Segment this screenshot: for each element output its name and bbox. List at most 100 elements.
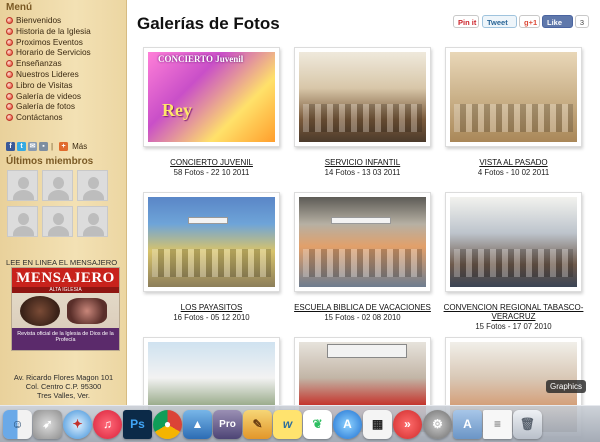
- pinterest-button[interactable]: Pin it: [453, 15, 479, 28]
- album-photo: CONCIERTO Juvenil Rey: [148, 52, 275, 142]
- album-thumbnail[interactable]: [294, 47, 431, 147]
- member-avatar[interactable]: [42, 206, 73, 237]
- trash-icon[interactable]: 🗑: [513, 409, 542, 439]
- page-title: Galerías de Fotos: [137, 14, 280, 33]
- menu-item-historia[interactable]: Historia de la Iglesia: [6, 26, 91, 37]
- applications-folder-icon[interactable]: A: [453, 409, 482, 439]
- like-count: 3: [575, 15, 589, 28]
- members-grid: [7, 170, 108, 237]
- photo-banner: [331, 217, 391, 224]
- album-meta: 4 Fotos - 10 02 2011: [477, 168, 550, 177]
- photo-people: [454, 249, 573, 277]
- menu-item-contactanos[interactable]: Contáctanos: [6, 112, 91, 123]
- calendar-icon[interactable]: ▦: [363, 409, 392, 439]
- magazine-footer: Revista oficial de la Iglesia de Dios de…: [12, 328, 119, 350]
- photo-people: [152, 249, 271, 277]
- pro-icon[interactable]: Pro: [213, 409, 242, 439]
- bullet-icon: [6, 81, 13, 89]
- latest-members-title: Últimos miembros: [6, 156, 94, 167]
- album-name[interactable]: CONVENCION REGIONAL TABASCO-VERACRUZ: [425, 303, 600, 321]
- photo-banner: [188, 217, 228, 224]
- album-name[interactable]: VISTA AL PASADO: [425, 158, 600, 167]
- plus-icon[interactable]: +: [59, 141, 69, 151]
- sidebar-menu: Bienvenidos Historia de la Iglesia Proxi…: [6, 15, 91, 123]
- menu-item-lideres[interactable]: Nuestros Lideres: [6, 69, 91, 80]
- system-preferences-icon[interactable]: ⚙: [423, 409, 452, 439]
- album-meta: 15 Fotos - 17 07 2010: [475, 322, 552, 331]
- chat-icon[interactable]: ▪: [39, 141, 48, 151]
- album-thumbnail[interactable]: [445, 47, 582, 147]
- magazine-photo: [20, 296, 60, 326]
- album-photo: [299, 52, 426, 142]
- address-line: Tres Valles, Ver.: [37, 391, 90, 401]
- album-thumbnail[interactable]: [294, 192, 431, 292]
- pages-icon[interactable]: ✎: [243, 409, 272, 439]
- menu-item-bienvenidos[interactable]: Bienvenidos: [6, 15, 91, 26]
- email-icon[interactable]: ✉: [28, 141, 37, 151]
- member-avatar[interactable]: [42, 170, 73, 201]
- bullet-icon: [6, 114, 13, 122]
- sidebar: Menú Bienvenidos Historia de la Iglesia …: [0, 0, 127, 405]
- screencast-icon[interactable]: »: [393, 409, 422, 439]
- bullet-icon: [6, 38, 13, 46]
- address-block: Av. Ricardo Flores Magon 101 Col. Centro…: [0, 373, 127, 401]
- menu-item-eventos[interactable]: Proximos Eventos: [6, 37, 91, 48]
- photoshop-icon[interactable]: Ps: [123, 409, 152, 439]
- magazine-subtitle: ALTA IGLESIA: [12, 287, 119, 293]
- address-line: Av. Ricardo Flores Magon 101: [13, 373, 114, 382]
- bullet-icon: [6, 92, 13, 100]
- safari-icon[interactable]: ✦: [63, 409, 92, 439]
- album-thumbnail[interactable]: [143, 192, 280, 292]
- menu-item-ensenanzas[interactable]: Enseñanzas: [6, 58, 91, 69]
- magazine-photo: [67, 298, 107, 324]
- member-avatar[interactable]: [7, 170, 38, 201]
- chrome-icon[interactable]: ●: [153, 409, 182, 439]
- magazine-cover[interactable]: MENSAJERO ALTA IGLESIA Revista oficial d…: [11, 267, 120, 351]
- wunderlist-icon[interactable]: w: [273, 409, 302, 439]
- member-avatar[interactable]: [77, 206, 108, 237]
- album-photo: [450, 52, 577, 142]
- dock-tooltip: Graphics: [546, 380, 587, 393]
- bullet-icon: [6, 103, 13, 111]
- facebook-icon[interactable]: f: [6, 141, 15, 151]
- menu-item-horario[interactable]: Horario de Servicios: [6, 47, 91, 58]
- app-store-icon[interactable]: A: [333, 409, 362, 439]
- more-link[interactable]: Más: [72, 142, 87, 151]
- address-line: Col. Centro C.P. 95300: [25, 382, 102, 392]
- photo-banner: [327, 344, 407, 358]
- album-thumbnail[interactable]: [445, 192, 582, 292]
- album-photo: [148, 197, 275, 287]
- menu-item-galeria-fotos[interactable]: Galería de fotos: [6, 101, 91, 112]
- menu-title: Menú: [6, 2, 33, 13]
- photo-people: [303, 249, 422, 277]
- photo-people: [454, 104, 573, 132]
- menu-item-galeria-videos[interactable]: Galería de videos: [6, 91, 91, 102]
- magazine-label: LEE EN LINEA EL MENSAJERO: [6, 258, 118, 267]
- bullet-icon: [6, 70, 13, 78]
- photo-people: [303, 104, 422, 132]
- album-thumbnail[interactable]: CONCIERTO Juvenil Rey: [143, 47, 280, 147]
- evernote-icon[interactable]: ❦: [303, 409, 332, 439]
- bullet-icon: [6, 49, 13, 57]
- photo-text: CONCIERTO Juvenil: [158, 54, 244, 64]
- facebook-like-button[interactable]: Like: [542, 15, 573, 28]
- social-share-row: f t ✉ ▪ | + Más: [6, 141, 87, 151]
- keynote-icon[interactable]: ▲: [183, 409, 212, 439]
- member-avatar[interactable]: [77, 170, 108, 201]
- bullet-icon: [6, 60, 13, 68]
- album-photo: [450, 197, 577, 287]
- separator: |: [51, 141, 54, 151]
- dock: ☺ ➶ ✦ ♫ Ps ● ▲ Pro ✎ w ❦ A ▦ » ⚙ A ≡ 🗑: [0, 405, 600, 442]
- document-icon[interactable]: ≡: [483, 409, 512, 439]
- launchpad-icon[interactable]: ➶: [33, 409, 62, 439]
- bullet-icon: [6, 27, 13, 35]
- twitter-icon[interactable]: t: [17, 141, 26, 151]
- bullet-icon: [6, 17, 13, 24]
- finder-icon[interactable]: ☺: [3, 409, 32, 439]
- album-photo: [299, 197, 426, 287]
- menu-item-libro-visitas[interactable]: Libro de Visitas: [6, 80, 91, 91]
- member-avatar[interactable]: [7, 206, 38, 237]
- itunes-icon[interactable]: ♫: [93, 409, 122, 439]
- google-plus-button[interactable]: g+1: [519, 15, 540, 28]
- tweet-button[interactable]: Tweet: [482, 15, 517, 28]
